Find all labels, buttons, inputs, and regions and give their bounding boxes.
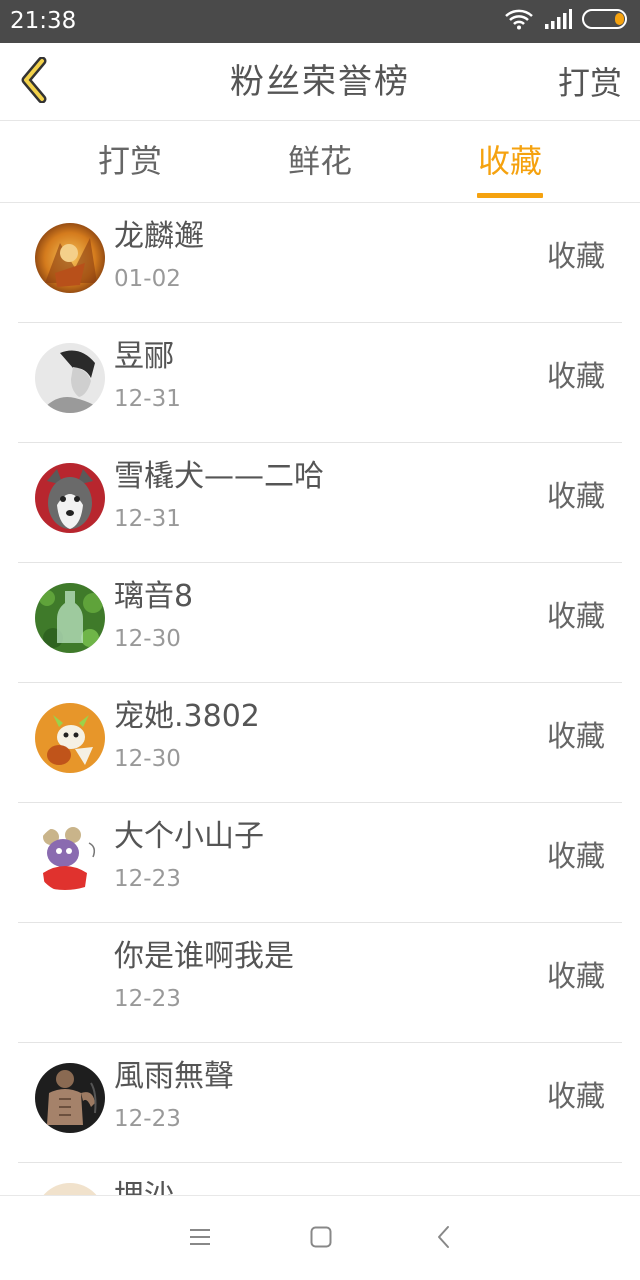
user-name: 大个小山子 bbox=[114, 819, 264, 854]
empty-avatar bbox=[35, 943, 105, 1013]
back-nav-button[interactable] bbox=[427, 1222, 461, 1256]
user-name: 璃音8 bbox=[114, 579, 194, 614]
user-name: 宠她.3802 bbox=[114, 699, 260, 734]
menu-button[interactable] bbox=[183, 1222, 217, 1256]
glass-bottle-grass-avatar bbox=[35, 583, 105, 653]
user-date: 12-30 bbox=[114, 746, 181, 772]
user-date: 12-23 bbox=[114, 866, 181, 892]
user-name: 風雨無聲 bbox=[114, 1059, 234, 1094]
status-time: 21:38 bbox=[10, 8, 77, 34]
title-bar: 粉丝荣誉榜 打赏 bbox=[0, 43, 640, 121]
action-label: 收藏 bbox=[546, 719, 605, 753]
list-item[interactable]: 風雨無聲 12-23 收藏 bbox=[18, 1043, 622, 1163]
cartoon-mouse-avatar bbox=[35, 823, 105, 893]
list-item[interactable]: 龙麟邂 01-02 收藏 bbox=[18, 203, 622, 323]
user-date: 12-31 bbox=[114, 506, 181, 532]
home-icon bbox=[309, 1225, 333, 1253]
tab-bar: 打赏 鲜花 收藏 bbox=[0, 122, 640, 203]
page-title: 粉丝荣誉榜 bbox=[230, 62, 410, 102]
home-button[interactable] bbox=[304, 1222, 338, 1256]
muscular-man-avatar bbox=[35, 1063, 105, 1133]
action-label: 收藏 bbox=[546, 359, 605, 393]
partial-avatar bbox=[35, 1183, 105, 1195]
user-date: 12-31 bbox=[114, 386, 181, 412]
tab-reward[interactable]: 打赏 bbox=[70, 141, 190, 201]
user-name: 埋沙 bbox=[114, 1177, 174, 1195]
tab-favorites[interactable]: 收藏 bbox=[450, 141, 570, 201]
status-bar: 21:38 bbox=[0, 0, 640, 43]
list-item[interactable]: 埋沙 bbox=[18, 1163, 622, 1195]
user-date: 12-23 bbox=[114, 986, 181, 1012]
action-label: 收藏 bbox=[546, 239, 605, 273]
action-label: 收藏 bbox=[546, 599, 605, 633]
list-item[interactable]: 大个小山子 12-23 收藏 bbox=[18, 803, 622, 923]
user-name: 你是谁啊我是 bbox=[114, 939, 294, 974]
anime-warrior-avatar bbox=[35, 223, 105, 293]
list-item[interactable]: 雪橇犬——二哈 12-31 收藏 bbox=[18, 443, 622, 563]
user-name: 龙麟邂 bbox=[114, 219, 204, 254]
user-name: 雪橇犬——二哈 bbox=[114, 459, 324, 494]
user-name: 昱郦 bbox=[114, 339, 174, 374]
action-label: 收藏 bbox=[546, 959, 605, 993]
reward-button[interactable]: 打赏 bbox=[558, 63, 622, 103]
user-date: 12-30 bbox=[114, 626, 181, 652]
list-item[interactable]: 宠她.3802 12-30 收藏 bbox=[18, 683, 622, 803]
menu-icon bbox=[188, 1226, 212, 1252]
active-tab-indicator bbox=[477, 193, 543, 198]
tab-flowers[interactable]: 鲜花 bbox=[260, 141, 380, 201]
back-icon bbox=[434, 1224, 454, 1254]
signal-icon bbox=[544, 9, 572, 33]
action-label: 收藏 bbox=[546, 1079, 605, 1113]
system-nav-bar bbox=[0, 1195, 640, 1280]
man-portrait-avatar bbox=[35, 343, 105, 413]
list-item[interactable]: 璃音8 12-30 收藏 bbox=[18, 563, 622, 683]
user-date: 12-23 bbox=[114, 1106, 181, 1132]
wifi-icon bbox=[504, 8, 534, 34]
husky-dog-avatar bbox=[35, 463, 105, 533]
fan-list: 龙麟邂 01-02 收藏 昱郦 12-31 收藏 雪橇犬——二哈 12-31 收… bbox=[0, 203, 640, 1195]
user-date: 01-02 bbox=[114, 266, 181, 292]
action-label: 收藏 bbox=[546, 839, 605, 873]
list-item[interactable]: 你是谁啊我是 12-23 收藏 bbox=[18, 923, 622, 1043]
battery-icon bbox=[582, 9, 630, 33]
cartoon-dragon-avatar bbox=[35, 703, 105, 773]
list-item[interactable]: 昱郦 12-31 收藏 bbox=[18, 323, 622, 443]
action-label: 收藏 bbox=[546, 479, 605, 513]
status-icons bbox=[504, 8, 630, 34]
